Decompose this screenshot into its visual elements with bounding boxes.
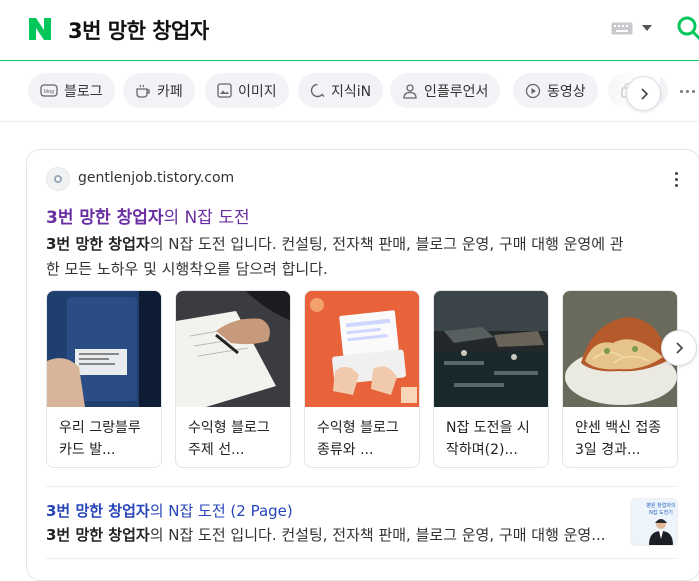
play-icon	[525, 83, 541, 98]
thumbnail-image-writing	[176, 291, 290, 407]
tab-label: 블로그	[64, 83, 103, 100]
sub-result-thumbnail[interactable]: 병원 창업자의 N잡 도전기	[630, 498, 678, 546]
tab-cafe[interactable]: 카페	[123, 73, 195, 108]
tab-kin[interactable]: 지식iN	[298, 73, 384, 108]
search-query-text[interactable]: 3번 망한 창업자	[68, 15, 209, 45]
thumbnail-card[interactable]: 우리 그랑블루 카드 발...	[46, 290, 162, 468]
thumbnail-card[interactable]: N잡 도전을 시작하며(2)...	[433, 290, 549, 468]
sub-title-rest: 의 N잡 도전 (2 Page)	[149, 502, 293, 520]
naver-logo[interactable]	[27, 16, 53, 42]
sub-result-description: 3번 망한 창업자의 N잡 도전 입니다. 컨설팅, 전자책 판매, 블로그 운…	[46, 524, 616, 545]
divider	[46, 486, 678, 487]
sub-title-highlight: 3번 망한 창업자	[46, 502, 150, 520]
thumbnail-image-market	[434, 291, 548, 407]
sub-result-title-link[interactable]: 3번 망한 창업자의 N잡 도전 (2 Page)	[46, 500, 293, 521]
thumbnail-card[interactable]: 수익형 블로그 주제 선...	[175, 290, 291, 468]
thumbnail-card[interactable]: 수익형 블로그 종류와 ...	[304, 290, 420, 468]
site-url[interactable]: gentlenjob.tistory.com	[78, 170, 234, 186]
tab-label: 인플루언서	[424, 83, 489, 100]
desc-highlight: 3번 망한 창업자	[46, 235, 150, 253]
chevron-down-icon[interactable]	[642, 25, 652, 31]
result-title-link[interactable]: 3번 망한 창업자의 N잡 도전	[46, 203, 250, 228]
tab-label: 이미지	[238, 83, 277, 100]
more-icon[interactable]	[680, 90, 695, 93]
kin-icon	[310, 83, 325, 98]
result-description: 3번 망한 창업자의 N잡 도전 입니다. 컨설팅, 전자책 판매, 블로그 운…	[46, 232, 678, 282]
tabs-next-button[interactable]	[626, 76, 661, 111]
sub-desc-rest: 의 N잡 도전 입니다. 컨설팅, 전자책 판매, 블로그 운영, 구매 대행 …	[149, 526, 606, 544]
thumb-line-1: 병원 창업자의	[646, 502, 675, 509]
tab-video[interactable]: 동영상	[513, 73, 598, 108]
thumbnails-next-button[interactable]	[661, 330, 697, 366]
person-icon	[403, 83, 417, 99]
kebab-menu-icon[interactable]	[675, 172, 678, 187]
thumbnail-caption: 수익형 블로그 종류와 ...	[317, 420, 399, 458]
sub-desc-highlight: 3번 망한 창업자	[46, 526, 150, 544]
tab-label: 동영상	[547, 83, 586, 100]
thumbnail-caption: 우리 그랑블루 카드 발...	[59, 420, 141, 458]
site-favicon	[46, 167, 70, 191]
chevron-right-icon	[676, 342, 684, 354]
thumbnail-caption: 수익형 블로그 주제 선...	[188, 420, 270, 458]
keyboard-icon[interactable]	[611, 22, 633, 35]
svg-text:blog: blog	[44, 89, 54, 95]
profile-thumbnail-image: 병원 창업자의 N잡 도전기	[631, 499, 677, 545]
search-header: 3번 망한 창업자	[0, 0, 699, 61]
desc-line-2: 한 모든 노하우 및 시행착오를 담으려 합니다.	[46, 260, 328, 278]
chevron-right-icon	[640, 87, 648, 100]
tab-blog[interactable]: blog 블로그	[28, 73, 115, 108]
search-tabs: blog 블로그 카페 이미지 지식iN 인플루언서 동영상	[0, 61, 699, 122]
tistory-icon	[54, 175, 62, 183]
search-icon[interactable]	[676, 15, 699, 43]
cafe-icon	[136, 84, 150, 98]
divider	[46, 558, 678, 559]
tab-image[interactable]: 이미지	[205, 73, 289, 108]
title-rest: 의 N잡 도전	[163, 208, 250, 228]
blog-icon: blog	[40, 83, 58, 97]
thumb-line-2: N잡 도전기	[649, 509, 673, 516]
tab-label: 카페	[157, 83, 183, 100]
desc-line-1: 의 N잡 도전 입니다. 컨설팅, 전자책 판매, 블로그 운영, 구매 대행 …	[149, 235, 624, 253]
thumbnail-image-laptop	[305, 291, 419, 407]
title-highlight: 3번 망한 창업자	[46, 208, 164, 228]
image-icon	[217, 83, 232, 98]
thumbnail-image-card	[47, 291, 161, 407]
thumbnail-caption: 얀센 백신 접종 3일 경과...	[575, 420, 662, 458]
tab-label: 지식iN	[331, 83, 372, 100]
thumbnail-card[interactable]: 얀센 백신 접종 3일 경과...	[562, 290, 678, 468]
thumbnail-caption: N잡 도전을 시작하며(2)...	[446, 420, 530, 458]
tab-influencer[interactable]: 인플루언서	[390, 73, 501, 108]
